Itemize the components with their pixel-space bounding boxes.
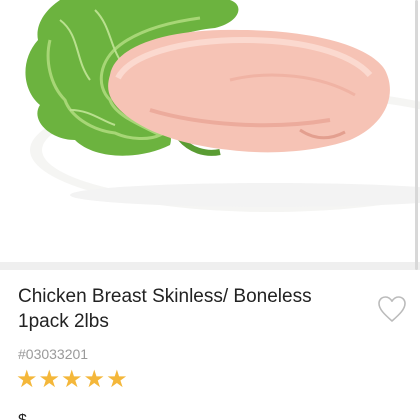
product-details: Chicken Breast Skinless/ Boneless 1pack … [0, 270, 420, 420]
star-icon: ★ [16, 366, 38, 393]
star-icon: ★ [38, 366, 61, 393]
chicken-breast-illustration [25, 0, 420, 212]
rating-stars: ★ ★ ★ ★ ★ [16, 367, 128, 393]
scrollbar[interactable] [415, 0, 418, 270]
star-icon: ★ [106, 366, 128, 393]
product-detail-screen: Chicken Breast Skinless/ Boneless 1pack … [0, 0, 420, 420]
heart-outline-icon [378, 296, 406, 322]
favorite-button[interactable] [376, 294, 408, 324]
product-title: Chicken Breast Skinless/ Boneless 1pack … [18, 286, 312, 332]
product-sku: #03033201 [18, 346, 89, 362]
section-divider [0, 262, 420, 270]
star-icon: ★ [83, 366, 106, 393]
star-icon: ★ [61, 366, 83, 393]
product-image [0, 0, 420, 262]
price-partial: $ [18, 412, 30, 420]
